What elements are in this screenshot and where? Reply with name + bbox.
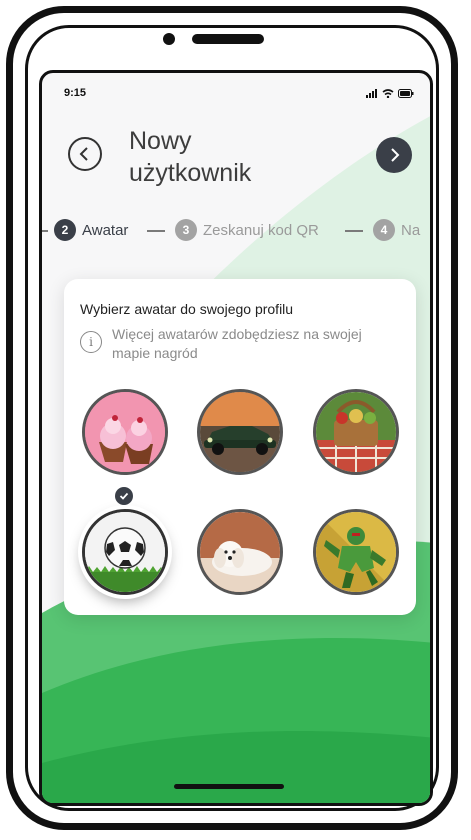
avatar-car[interactable] bbox=[197, 389, 283, 475]
next-button[interactable] bbox=[376, 137, 412, 173]
step-avatar: 2 Awatar bbox=[54, 219, 128, 241]
step-number: 3 bbox=[175, 219, 197, 241]
back-button[interactable] bbox=[68, 137, 102, 171]
step-connector bbox=[345, 230, 363, 232]
selected-check-icon bbox=[115, 487, 133, 505]
step-scan-qr: 3 Zeskanuj kod QR bbox=[175, 219, 319, 241]
avatar-picker-card: Wybierz awatar do swojego profilu i Więc… bbox=[64, 279, 416, 615]
page-title-line2: użytkownik bbox=[129, 159, 252, 187]
step-number: 4 bbox=[373, 219, 395, 241]
battery-icon bbox=[398, 89, 414, 98]
step-number: 2 bbox=[54, 219, 76, 241]
card-title: Wybierz awatar do swojego profilu bbox=[80, 301, 294, 317]
step-label: Awatar bbox=[82, 221, 129, 239]
status-time: 9:15 bbox=[64, 87, 87, 99]
step-connector bbox=[147, 230, 165, 232]
avatar-picnic-basket[interactable] bbox=[313, 389, 399, 475]
avatar-football[interactable] bbox=[82, 509, 168, 595]
home-indicator[interactable] bbox=[174, 784, 284, 789]
chevron-right-icon bbox=[391, 148, 400, 162]
app-screen: 9:15 Nowy użytkownik 2 Awatar 3 Zeskanuj… bbox=[39, 70, 433, 806]
step-next: 4 Na bbox=[373, 219, 420, 241]
superhero-icon bbox=[316, 512, 396, 592]
avatar-cupcakes[interactable] bbox=[82, 389, 168, 475]
car-icon bbox=[200, 392, 280, 472]
avatar-dog[interactable] bbox=[197, 509, 283, 595]
progress-stepper: 2 Awatar 3 Zeskanuj kod QR 4 Na bbox=[42, 219, 430, 243]
step-connector bbox=[42, 230, 48, 232]
signal-icon bbox=[366, 89, 377, 98]
step-label: Na bbox=[401, 221, 421, 239]
info-icon: i bbox=[80, 331, 102, 353]
chevron-left-icon bbox=[79, 147, 88, 161]
status-icons bbox=[366, 89, 414, 98]
status-bar: 9:15 bbox=[42, 87, 430, 103]
picnic-basket-icon bbox=[316, 392, 396, 472]
page-title-line1: Nowy bbox=[129, 127, 192, 155]
dog-icon bbox=[200, 512, 280, 592]
camera-dot bbox=[163, 33, 175, 45]
cupcakes-icon bbox=[85, 392, 165, 472]
page-title: Nowy użytkownik bbox=[129, 125, 251, 189]
speaker-grille bbox=[192, 34, 264, 44]
avatar-superhero[interactable] bbox=[313, 509, 399, 595]
football-icon bbox=[85, 512, 165, 592]
step-label: Zeskanuj kod QR bbox=[203, 221, 319, 239]
wifi-icon bbox=[382, 89, 394, 98]
info-text: Więcej awatarów zdobędziesz na swojej ma… bbox=[112, 326, 362, 361]
